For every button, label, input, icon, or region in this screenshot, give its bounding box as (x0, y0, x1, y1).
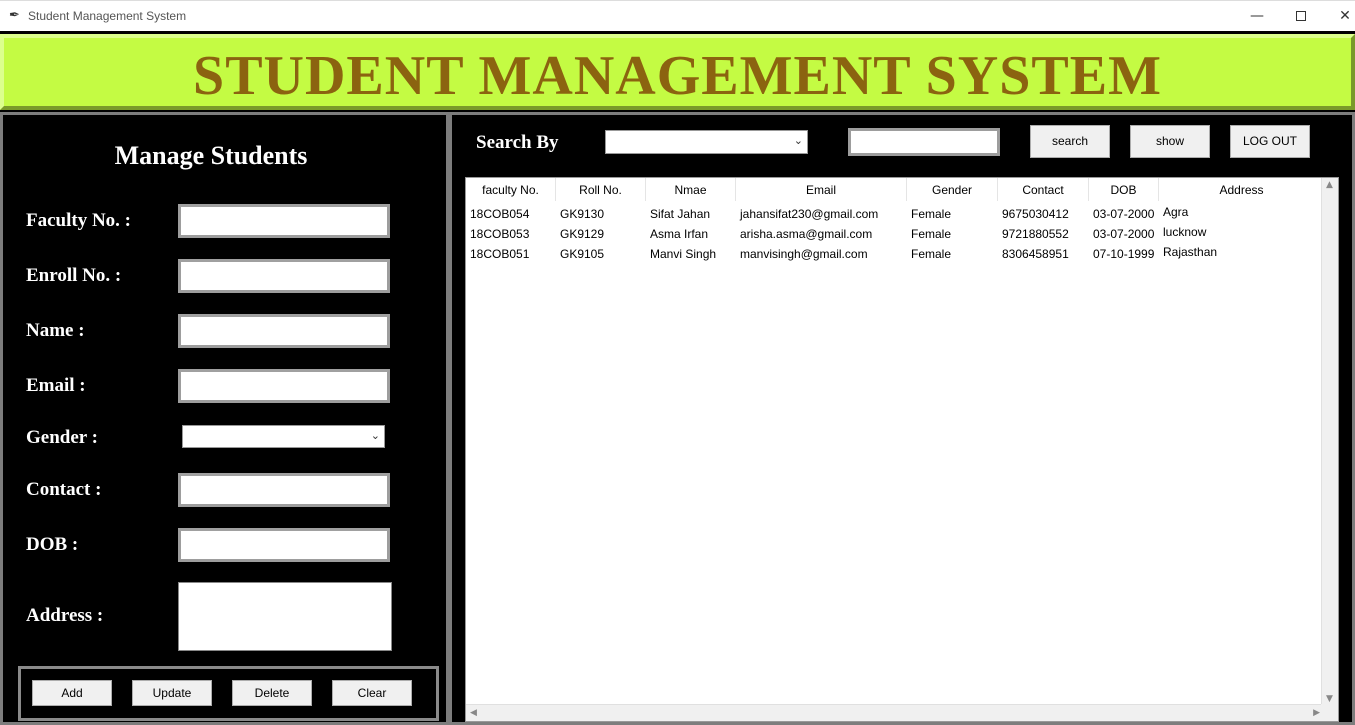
email-label: Email : (26, 375, 86, 396)
table-cell: Female (911, 227, 952, 241)
table-cell: lucknow (1163, 225, 1207, 239)
vertical-scrollbar[interactable]: ▲ ▼ (1321, 178, 1338, 706)
update-button[interactable]: Update (132, 680, 212, 706)
table-cell: Sifat Jahan (650, 207, 711, 221)
scroll-up-icon[interactable]: ▲ (1326, 180, 1333, 190)
gender-label: Gender : (26, 427, 98, 448)
column-header[interactable]: faculty No. (466, 178, 556, 201)
table-cell: 03-07-2000 (1093, 207, 1155, 221)
table-cell: Asma Irfan (650, 227, 709, 241)
dob-field[interactable] (181, 531, 387, 559)
column-header[interactable]: Email (736, 178, 907, 201)
faculty-label: Faculty No. : (26, 210, 132, 231)
title-banner: STUDENT MANAGEMENT SYSTEM (0, 34, 1355, 110)
name-label: Name : (26, 320, 85, 341)
maximize-button[interactable] (1289, 5, 1313, 27)
gender-select[interactable]: ⌄ (182, 425, 385, 448)
contact-label: Contact : (26, 479, 102, 500)
column-header[interactable]: DOB (1089, 178, 1159, 201)
search-input-wrap (848, 128, 1000, 156)
email-field[interactable] (181, 372, 387, 400)
chevron-down-icon: ⌄ (793, 134, 803, 147)
column-header[interactable]: Contact (998, 178, 1089, 201)
scrollbar-corner (1321, 704, 1338, 721)
records-panel: Search By ⌄ search show LOG OUT faculty … (449, 112, 1355, 725)
panel-heading: Manage Students (114, 141, 308, 170)
email-field-wrap (178, 369, 390, 403)
table-cell: 18COB053 (470, 227, 530, 241)
table-cell: Agra (1163, 205, 1189, 219)
enroll-label: Enroll No. : (26, 265, 122, 286)
column-header[interactable]: Roll No. (556, 178, 646, 201)
table-cell: 9721880552 (1002, 227, 1069, 241)
table-cell: 9675030412 (1002, 207, 1069, 221)
table-cell: manvisingh@gmail.com (740, 247, 868, 261)
student-table: faculty No. Roll No. Nmae Email Gender C… (465, 177, 1339, 722)
feather-icon: ✒ (9, 8, 20, 23)
table-cell: GK9129 (560, 227, 605, 241)
horizontal-scrollbar[interactable]: ◀ ▶ (466, 704, 1324, 721)
enroll-field[interactable] (181, 262, 387, 290)
search-by-label: Search By (476, 132, 559, 153)
table-cell: arisha.asma@gmail.com (740, 227, 873, 241)
logout-button[interactable]: LOG OUT (1230, 125, 1310, 158)
enroll-field-wrap (178, 259, 390, 293)
table-row[interactable]: 18COB053 GK9129 Asma Irfan arisha.asma@g… (466, 224, 1324, 244)
table-cell: Female (911, 247, 952, 261)
faculty-field[interactable] (181, 207, 387, 235)
table-row[interactable]: 18COB054 GK9130 Sifat Jahan jahansifat23… (466, 204, 1324, 224)
table-cell: 18COB054 (470, 207, 530, 221)
table-cell: Manvi Singh (650, 247, 717, 261)
name-field[interactable] (181, 317, 387, 345)
search-input[interactable] (851, 131, 997, 153)
contact-field-wrap (178, 473, 390, 507)
table-cell: 07-10-1999 (1093, 247, 1155, 261)
table-row[interactable]: 18COB051 GK9105 Manvi Singh manvisingh@g… (466, 244, 1324, 264)
contact-field[interactable] (181, 476, 387, 504)
scroll-right-icon[interactable]: ▶ (1313, 708, 1320, 718)
delete-button[interactable]: Delete (232, 680, 312, 706)
table-cell: jahansifat230@gmail.com (740, 207, 879, 221)
table-cell: Rajasthan (1163, 245, 1218, 259)
column-header[interactable]: Nmae (646, 178, 736, 201)
add-button[interactable]: Add (32, 680, 112, 706)
table-cell: 18COB051 (470, 247, 530, 261)
table-header: faculty No. Roll No. Nmae Email Gender C… (466, 178, 1324, 201)
minimize-button[interactable]: — (1245, 5, 1269, 27)
button-frame: Add Update Delete Clear (18, 666, 439, 721)
search-by-select[interactable]: ⌄ (605, 130, 808, 154)
table-cell: 8306458951 (1002, 247, 1069, 261)
chevron-down-icon: ⌄ (370, 429, 380, 442)
name-field-wrap (178, 314, 390, 348)
window-title: Student Management System (28, 9, 187, 23)
dob-label: DOB : (26, 534, 79, 555)
table-cell: Female (911, 207, 952, 221)
column-header[interactable]: Gender (907, 178, 998, 201)
dob-field-wrap (178, 528, 390, 562)
banner-title: STUDENT MANAGEMENT SYSTEM (193, 45, 1162, 107)
scroll-left-icon[interactable]: ◀ (470, 708, 477, 718)
scroll-down-icon[interactable]: ▼ (1326, 694, 1333, 704)
close-button[interactable]: ✕ (1333, 5, 1355, 27)
clear-button[interactable]: Clear (332, 680, 412, 706)
show-button[interactable]: show (1130, 125, 1210, 158)
table-cell: 03-07-2000 (1093, 227, 1155, 241)
window-title-bar: ✒ Student Management System — ✕ (0, 0, 1355, 31)
table-cell: GK9105 (560, 247, 605, 261)
search-button[interactable]: search (1030, 125, 1110, 158)
manage-students-panel: Manage Students Faculty No. : Enroll No.… (0, 112, 449, 725)
faculty-field-wrap (178, 204, 390, 238)
table-cell: GK9130 (560, 207, 605, 221)
column-header[interactable]: Address (1159, 178, 1324, 201)
address-textarea[interactable] (178, 582, 392, 651)
address-label: Address : (26, 605, 104, 626)
maximize-icon (1296, 11, 1306, 21)
